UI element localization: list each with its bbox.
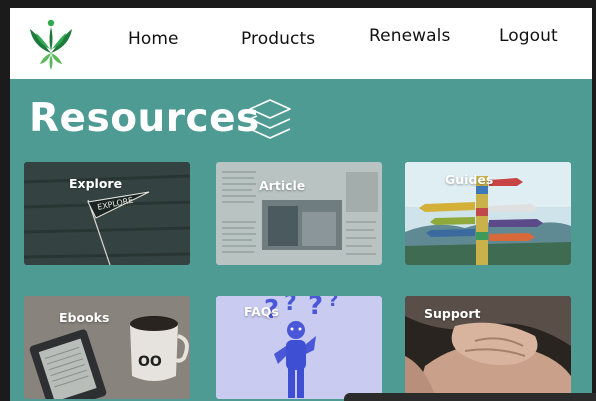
svg-text:?: ? <box>308 296 323 321</box>
card-label-faqs: FAQs <box>244 304 279 319</box>
resource-card-support[interactable]: Support <box>405 296 571 399</box>
overlay-panel-edge <box>344 393 596 401</box>
resource-card-faqs[interactable]: ? ? ? ? FAQs <box>216 296 382 399</box>
nav-products-link[interactable]: Products <box>241 29 315 49</box>
card-label-guides: Guides <box>445 172 494 187</box>
nav-renewals-link[interactable]: Renewals <box>369 26 450 46</box>
svg-text:?: ? <box>328 296 338 311</box>
nav-logout-link[interactable]: Logout <box>499 26 558 46</box>
plant-hands-logo-icon[interactable] <box>24 17 78 71</box>
card-label-ebooks: Ebooks <box>59 310 110 325</box>
card-label-explore: Explore <box>69 176 123 191</box>
top-navigation-bar: Home Products Renewals Logout <box>10 8 592 79</box>
resource-card-article[interactable]: Article <box>216 162 382 265</box>
nav-home-link[interactable]: Home <box>128 29 179 49</box>
card-label-support: Support <box>424 306 481 321</box>
card-label-article: Article <box>259 178 306 193</box>
resource-card-ebooks[interactable]: OO Ebooks <box>24 296 190 399</box>
resources-section: Resources EXPLORE Explore Article Guides… <box>10 79 592 401</box>
page-title: Resources <box>29 96 260 141</box>
svg-text:OO: OO <box>138 354 162 370</box>
resource-card-explore[interactable]: EXPLORE Explore <box>24 162 190 265</box>
layers-icon <box>249 99 291 139</box>
resource-card-guides[interactable]: Guides <box>405 162 571 265</box>
svg-text:?: ? <box>284 296 297 316</box>
window-frame <box>0 0 596 8</box>
question-figure-image: ? ? ? ? <box>216 296 382 399</box>
